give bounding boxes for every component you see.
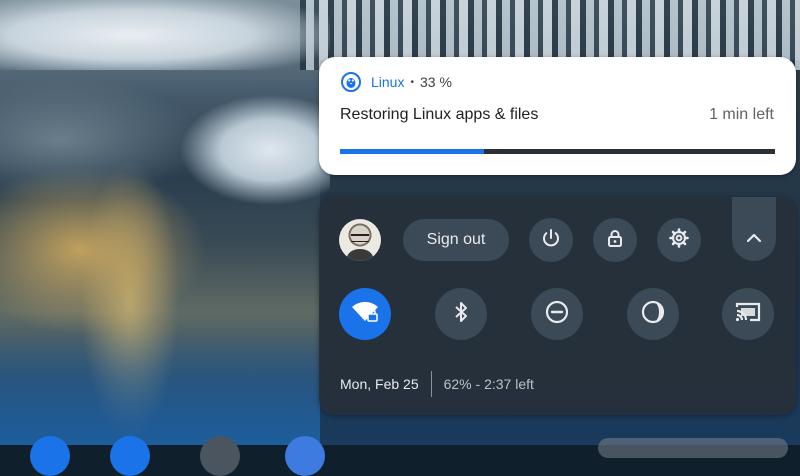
shelf-status-area[interactable] [598, 438, 788, 458]
wifi-icon [350, 299, 380, 330]
cast-icon [734, 300, 762, 329]
quick-settings-panel: Sign out Mon, Feb 25 62% - 2:37 left [319, 197, 796, 415]
shelf-app-icon[interactable] [110, 436, 150, 476]
user-avatar[interactable] [339, 219, 381, 261]
notification-time-left: 1 min left [709, 106, 774, 123]
power-icon [540, 227, 562, 254]
bluetooth-icon [451, 300, 471, 329]
collapse-button[interactable] [732, 197, 776, 261]
notification-percent: 33 % [419, 74, 452, 90]
shelf-app-icon-3[interactable] [285, 436, 325, 476]
chevron-up-icon [745, 231, 763, 249]
progress-bar [340, 149, 775, 154]
progress-bar-fill [340, 149, 484, 154]
lock-button[interactable] [593, 218, 637, 262]
wifi-toggle[interactable] [339, 288, 391, 340]
date-battery-row: Mon, Feb 25 62% - 2:37 left [340, 371, 534, 397]
row-divider [430, 371, 432, 397]
avatar-shirt [347, 249, 373, 261]
night-light-toggle[interactable] [627, 288, 679, 340]
linux-penguin-icon [341, 72, 361, 92]
do-not-disturb-toggle[interactable] [531, 288, 583, 340]
battery-status[interactable]: 62% - 2:37 left [444, 376, 534, 392]
settings-button[interactable] [657, 218, 701, 262]
shelf-launcher-icon[interactable] [30, 436, 70, 476]
wallpaper-snowbank-2 [160, 95, 330, 205]
wallpaper-snowbank [0, 0, 330, 70]
linux-restore-notification[interactable]: Linux • 33 % Restoring Linux apps & file… [319, 57, 796, 175]
settings-gear-icon [668, 227, 690, 254]
avatar-glasses [351, 234, 369, 242]
bluetooth-toggle[interactable] [435, 288, 487, 340]
notification-separator: • [410, 76, 414, 88]
sign-out-button[interactable]: Sign out [403, 219, 509, 261]
lock-icon [604, 227, 626, 254]
date-label[interactable]: Mon, Feb 25 [340, 376, 419, 392]
power-button[interactable] [529, 218, 573, 262]
shelf-app-icon-2[interactable] [200, 436, 240, 476]
cast-toggle[interactable] [722, 288, 774, 340]
night-light-icon [640, 299, 666, 330]
notification-app-name: Linux [371, 74, 405, 90]
notification-header: Linux • 33 % [341, 71, 452, 93]
wallpaper-river [0, 330, 320, 445]
do-not-disturb-icon [544, 299, 570, 330]
notification-message: Restoring Linux apps & files [340, 106, 539, 123]
